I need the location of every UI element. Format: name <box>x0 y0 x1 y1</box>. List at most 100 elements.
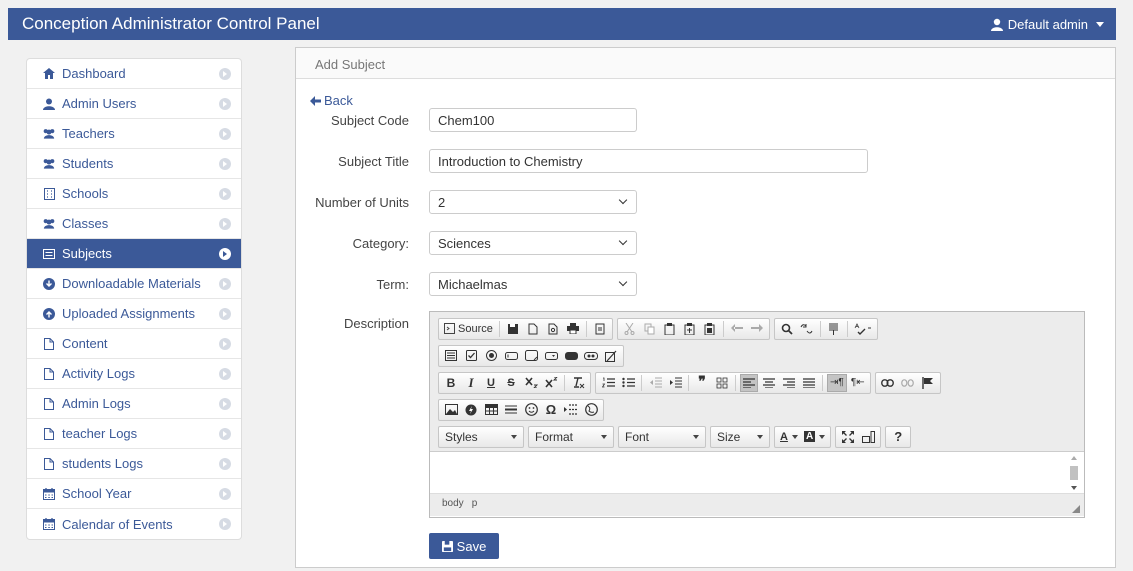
templates-button[interactable] <box>591 320 609 338</box>
iframe-button[interactable] <box>582 401 600 419</box>
preview-button[interactable] <box>544 320 562 338</box>
textarea-button[interactable] <box>522 347 540 365</box>
checkbox-button[interactable] <box>462 347 480 365</box>
source-button[interactable]: Source <box>442 320 495 338</box>
blockquote-button[interactable]: ❞ <box>693 374 711 392</box>
sidebar-item[interactable]: Content <box>27 329 241 359</box>
sidebar-item[interactable]: Activity Logs <box>27 359 241 389</box>
bullet-list-button[interactable] <box>619 374 637 392</box>
print-button[interactable] <box>564 320 582 338</box>
sidebar-item[interactable]: Admin Users <box>27 89 241 119</box>
editor-content-area[interactable] <box>430 452 1084 494</box>
user-menu[interactable]: Default admin <box>990 17 1104 32</box>
underline-button[interactable]: U <box>482 374 500 392</box>
create-div-button[interactable] <box>713 374 731 392</box>
paste-button[interactable] <box>661 320 679 338</box>
rtl-button[interactable]: ¶⇤ <box>849 374 867 392</box>
align-right-button[interactable] <box>780 374 798 392</box>
format-combo[interactable]: Format <box>528 425 614 448</box>
copy-button[interactable] <box>641 320 659 338</box>
image-button-button[interactable] <box>582 347 600 365</box>
sidebar-item[interactable]: Dashboard <box>27 59 241 89</box>
units-value: 2 <box>438 194 446 210</box>
link-button[interactable] <box>879 374 897 392</box>
align-left-button[interactable] <box>740 373 758 392</box>
find-button[interactable] <box>778 320 796 338</box>
save-doc-button[interactable] <box>504 320 522 338</box>
flash-button[interactable] <box>462 401 480 419</box>
help-button[interactable]: ? <box>889 428 907 446</box>
strike-button[interactable]: S <box>502 374 520 392</box>
styles-combo[interactable]: Styles <box>438 425 524 448</box>
hidden-field-button[interactable] <box>602 347 620 365</box>
show-blocks-icon <box>861 430 875 443</box>
remove-format-button[interactable] <box>569 374 587 392</box>
sidebar-item[interactable]: Calendar of Events <box>27 509 241 539</box>
align-center-button[interactable] <box>760 374 778 392</box>
indent-button[interactable] <box>666 374 684 392</box>
numbered-list-button[interactable] <box>599 374 617 392</box>
textfield-button[interactable] <box>502 347 520 365</box>
paste-text-button[interactable] <box>681 320 699 338</box>
font-combo[interactable]: Font <box>618 425 706 448</box>
scroll-thumb[interactable] <box>1070 466 1078 480</box>
sidebar-item[interactable]: Schools <box>27 179 241 209</box>
resize-grip-icon[interactable] <box>1072 505 1080 513</box>
format-label: Format <box>535 429 574 444</box>
sidebar-item[interactable]: Subjects <box>27 239 241 269</box>
sidebar-item[interactable]: Admin Logs <box>27 389 241 419</box>
cut-button[interactable] <box>621 320 639 338</box>
unlink-button[interactable] <box>899 374 917 392</box>
bold-button[interactable]: B <box>442 374 460 392</box>
sidebar-item[interactable]: School Year <box>27 479 241 509</box>
back-link[interactable]: Back <box>310 93 353 108</box>
list-icon <box>42 247 56 261</box>
bg-color-button[interactable]: A <box>802 428 827 446</box>
maximize-button[interactable] <box>839 428 857 446</box>
element-path-p[interactable]: p <box>472 498 478 512</box>
term-select[interactable]: Michaelmas <box>429 272 637 296</box>
replace-button[interactable] <box>798 320 816 338</box>
sidebar-item[interactable]: Teachers <box>27 119 241 149</box>
paste-word-button[interactable] <box>701 320 719 338</box>
horizontal-rule-button[interactable] <box>502 401 520 419</box>
form-button[interactable] <box>442 347 460 365</box>
size-combo[interactable]: Size <box>710 425 770 448</box>
undo-button[interactable] <box>728 320 746 338</box>
ltr-button[interactable]: ⇥¶ <box>827 373 847 392</box>
sidebar-item[interactable]: Uploaded Assignments <box>27 299 241 329</box>
subject-title-input[interactable]: Introduction to Chemistry <box>429 149 868 173</box>
spellcheck-button[interactable] <box>852 320 874 338</box>
subscript-button[interactable] <box>522 374 540 392</box>
sidebar-item[interactable]: Downloadable Materials <box>27 269 241 299</box>
special-char-button[interactable]: Ω <box>542 401 560 419</box>
outdent-button[interactable] <box>646 374 664 392</box>
editor-scrollbar[interactable] <box>1068 456 1080 490</box>
radio-button[interactable] <box>482 347 500 365</box>
save-button[interactable]: Save <box>429 533 499 559</box>
new-page-button[interactable] <box>524 320 542 338</box>
show-blocks-button[interactable] <box>859 428 877 446</box>
anchor-button[interactable] <box>919 374 937 392</box>
units-select[interactable]: 2 <box>429 190 637 214</box>
sidebar-item[interactable]: Classes <box>27 209 241 239</box>
scroll-up-icon <box>1071 456 1077 460</box>
sidebar-item[interactable]: Students <box>27 149 241 179</box>
redo-button[interactable] <box>748 320 766 338</box>
justify-button[interactable] <box>800 374 818 392</box>
page-break-button[interactable] <box>562 401 580 419</box>
table-button[interactable] <box>482 401 500 419</box>
select-field-button[interactable] <box>542 347 560 365</box>
smiley-button[interactable] <box>522 401 540 419</box>
button-field-button[interactable] <box>562 347 580 365</box>
superscript-button[interactable] <box>542 374 560 392</box>
italic-button[interactable]: I <box>462 374 480 392</box>
sidebar-item[interactable]: students Logs <box>27 449 241 479</box>
image-button[interactable] <box>442 401 460 419</box>
text-color-button[interactable]: A <box>778 428 800 446</box>
element-path-body[interactable]: body <box>442 498 464 512</box>
category-select[interactable]: Sciences <box>429 231 637 255</box>
select-all-button[interactable] <box>825 320 843 338</box>
subject-code-input[interactable]: Chem100 <box>429 108 637 132</box>
sidebar-item[interactable]: teacher Logs <box>27 419 241 449</box>
